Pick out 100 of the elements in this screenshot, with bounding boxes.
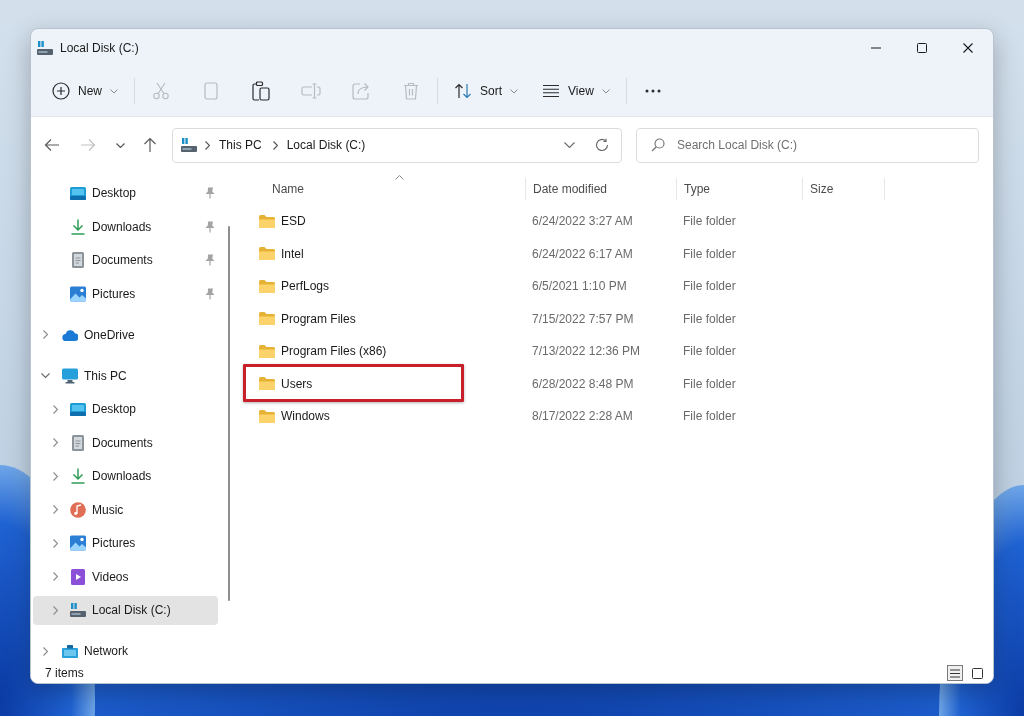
chevron-down-icon[interactable] bbox=[116, 142, 125, 148]
pin-icon[interactable] bbox=[205, 287, 215, 300]
file-type: File folder bbox=[683, 409, 736, 424]
file-type: File folder bbox=[683, 376, 736, 391]
view-button[interactable]: View bbox=[542, 82, 610, 100]
nav-item[interactable]: Documents bbox=[33, 245, 218, 275]
file-type: File folder bbox=[683, 311, 736, 326]
desktop-icon bbox=[70, 401, 86, 417]
sort-button[interactable]: Sort bbox=[454, 82, 519, 100]
folder-icon bbox=[259, 247, 275, 261]
tiles-view-button[interactable] bbox=[969, 665, 985, 681]
nav-item[interactable]: Network bbox=[33, 636, 218, 665]
nav-item[interactable]: Downloads bbox=[33, 461, 218, 491]
folder-icon bbox=[259, 312, 275, 326]
new-button[interactable]: New bbox=[52, 82, 118, 100]
pin-icon[interactable] bbox=[205, 187, 215, 199]
search-field[interactable]: Search Local Disk (C:) bbox=[636, 127, 979, 163]
chevron-right-icon[interactable] bbox=[52, 605, 58, 615]
chevron-right-icon[interactable] bbox=[52, 505, 58, 514]
chevron-right-icon[interactable] bbox=[52, 438, 58, 447]
clipboard-icon[interactable] bbox=[252, 81, 270, 101]
maximize-icon[interactable] bbox=[917, 42, 927, 53]
file-name[interactable]: PerfLogs bbox=[281, 277, 330, 296]
folder-icon bbox=[259, 279, 275, 293]
date-modified: 6/5/2021 1:10 PM bbox=[532, 279, 627, 294]
music-note-icon bbox=[70, 501, 86, 518]
breadcrumb[interactable]: Local Disk (C:) bbox=[286, 136, 366, 154]
cloud-icon bbox=[62, 327, 78, 342]
nav-item[interactable]: Documents bbox=[33, 428, 218, 457]
date-modified: 6/24/2022 3:27 AM bbox=[532, 214, 633, 229]
file-name[interactable]: Windows bbox=[281, 407, 330, 426]
file-name[interactable]: Program Files (x86) bbox=[281, 342, 387, 361]
pin-icon[interactable] bbox=[205, 254, 215, 266]
nav-item[interactable]: Pictures bbox=[33, 528, 218, 558]
folder-icon bbox=[259, 409, 275, 423]
drive-icon bbox=[37, 40, 53, 55]
network-icon bbox=[62, 644, 78, 658]
chevron-right-icon[interactable] bbox=[42, 330, 48, 339]
caret-down-icon bbox=[510, 88, 519, 94]
breadcrumb[interactable]: This PC bbox=[219, 136, 262, 154]
details-view-button[interactable] bbox=[947, 665, 963, 681]
date-modified: 7/15/2022 7:57 PM bbox=[532, 311, 634, 326]
nav-item[interactable]: Videos bbox=[33, 562, 218, 591]
item-count: 7 items bbox=[45, 667, 84, 679]
file-type: File folder bbox=[683, 279, 736, 294]
more-icon[interactable] bbox=[644, 89, 661, 93]
chevron-right-icon bbox=[272, 140, 278, 150]
nav-item[interactable]: Music bbox=[33, 495, 218, 524]
video-icon bbox=[70, 568, 86, 585]
file-type: File folder bbox=[683, 214, 736, 229]
folder-icon bbox=[259, 377, 275, 391]
nav-item[interactable]: Pictures bbox=[33, 279, 218, 308]
column-header[interactable]: Type bbox=[676, 178, 802, 200]
file-type: File folder bbox=[683, 246, 736, 261]
search-icon bbox=[651, 138, 665, 152]
caret-down-icon bbox=[601, 88, 610, 94]
column-header[interactable]: Size bbox=[802, 178, 885, 200]
refresh-icon[interactable] bbox=[595, 138, 609, 152]
chevron-right-icon[interactable] bbox=[52, 471, 58, 481]
nav-item[interactable]: Local Disk (C:) bbox=[33, 595, 218, 625]
plus-circle-icon bbox=[52, 82, 70, 100]
file-name[interactable]: Intel bbox=[281, 244, 304, 263]
sort-arrows-icon bbox=[454, 83, 472, 99]
chevron-down-icon[interactable] bbox=[564, 142, 575, 148]
date-modified: 7/13/2022 12:36 PM bbox=[532, 344, 641, 359]
nav-item[interactable]: Desktop bbox=[33, 178, 218, 208]
minimize-icon[interactable] bbox=[871, 46, 881, 49]
desktop-icon bbox=[70, 185, 86, 201]
picture-icon bbox=[70, 285, 86, 302]
monitor-icon bbox=[62, 367, 78, 384]
folder-icon bbox=[259, 344, 275, 358]
address-bar[interactable]: This PC Local Disk (C:) bbox=[172, 127, 622, 163]
up-arrow-icon[interactable] bbox=[143, 137, 157, 153]
pin-icon[interactable] bbox=[205, 220, 215, 233]
nav-item[interactable]: OneDrive bbox=[33, 320, 218, 349]
nav-item[interactable]: This PC bbox=[33, 361, 218, 390]
caret-down-icon bbox=[110, 88, 118, 94]
date-modified: 6/28/2022 8:48 PM bbox=[532, 376, 634, 391]
drive-icon bbox=[70, 603, 86, 617]
date-modified: 8/17/2022 2:28 AM bbox=[532, 409, 633, 424]
column-header[interactable]: Date modified bbox=[525, 178, 676, 200]
close-icon[interactable] bbox=[963, 42, 973, 53]
scrollbar-thumb[interactable] bbox=[228, 226, 230, 601]
lines-icon bbox=[542, 84, 561, 98]
nav-item[interactable]: Downloads bbox=[33, 212, 218, 241]
column-header[interactable]: Name bbox=[237, 178, 525, 200]
chevron-right-icon[interactable] bbox=[52, 404, 58, 414]
document-icon bbox=[70, 252, 86, 268]
file-name[interactable]: ESD bbox=[281, 212, 306, 231]
chevron-down-icon[interactable] bbox=[40, 373, 50, 378]
chevron-right-icon[interactable] bbox=[42, 646, 48, 656]
nav-item[interactable]: Desktop bbox=[33, 394, 218, 424]
file-name[interactable]: Program Files bbox=[281, 309, 356, 328]
download-arrow-icon bbox=[70, 218, 86, 235]
square-icon bbox=[971, 667, 983, 679]
chevron-right-icon[interactable] bbox=[52, 538, 58, 548]
left-arrow-icon[interactable] bbox=[44, 138, 60, 152]
chevron-right-icon[interactable] bbox=[52, 572, 58, 581]
file-name[interactable]: Users bbox=[281, 374, 313, 393]
list-icon bbox=[950, 668, 960, 678]
